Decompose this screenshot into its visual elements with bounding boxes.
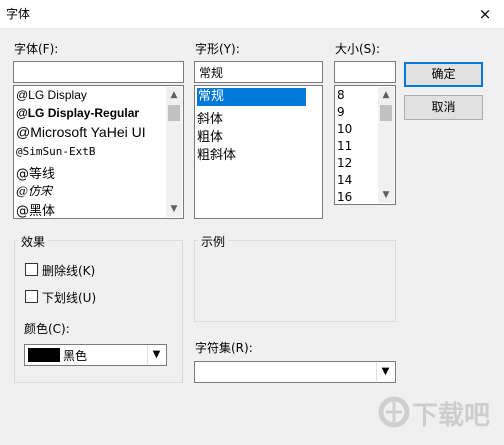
- close-icon[interactable]: ×: [466, 0, 504, 28]
- color-dropdown-value: 黑色: [63, 349, 88, 363]
- scroll-down-icon[interactable]: ▼: [166, 201, 182, 217]
- chevron-down-icon[interactable]: ▼: [147, 346, 165, 364]
- list-item[interactable]: 11: [337, 139, 352, 153]
- list-item[interactable]: @SimSun-ExtB: [16, 145, 95, 158]
- scroll-up-icon[interactable]: ▲: [166, 87, 182, 103]
- strikeout-checkbox[interactable]: [25, 263, 38, 276]
- underline-label[interactable]: 下划线(U): [42, 289, 96, 306]
- list-item[interactable]: @Microsoft YaHei UI: [16, 124, 146, 140]
- font-list-scrollbar[interactable]: ▲ ▼: [166, 87, 182, 217]
- list-item[interactable]: @黑体: [16, 200, 55, 218]
- font-style-list[interactable]: 常规 斜体 粗体 粗斜体: [194, 85, 323, 219]
- watermark-graphic: 下载吧: [378, 396, 490, 431]
- list-item[interactable]: 10: [337, 122, 352, 136]
- chevron-down-icon[interactable]: ▼: [376, 363, 394, 381]
- ok-button[interactable]: 确定: [404, 62, 483, 87]
- size-label: 大小(S):: [335, 42, 381, 56]
- font-style-input-value: 常规: [199, 66, 224, 80]
- font-style-input[interactable]: 常规: [194, 61, 323, 83]
- list-item-selected[interactable]: 常规: [197, 88, 306, 106]
- list-item[interactable]: @LG Display-Regular: [16, 106, 139, 120]
- strikeout-label[interactable]: 删除线(K): [42, 262, 95, 279]
- font-name-input[interactable]: [13, 61, 184, 83]
- list-item[interactable]: @LG Display: [16, 88, 87, 102]
- color-label: 颜色(C):: [24, 322, 70, 336]
- charset-dropdown[interactable]: ▼: [194, 361, 396, 383]
- list-item[interactable]: 9: [337, 105, 345, 119]
- list-item[interactable]: @仿宋: [16, 182, 52, 199]
- color-dropdown[interactable]: 黑色 ▼: [24, 344, 167, 366]
- scroll-down-icon[interactable]: ▼: [378, 187, 394, 203]
- sample-group-label: 示例: [198, 233, 229, 250]
- size-list-scrollbar[interactable]: ▲ ▼: [378, 87, 394, 203]
- cancel-button[interactable]: 取消: [404, 95, 483, 120]
- font-size-input[interactable]: [334, 61, 396, 83]
- list-item[interactable]: 16: [337, 190, 352, 204]
- list-item[interactable]: 14: [337, 173, 352, 187]
- list-item[interactable]: 8: [337, 88, 345, 102]
- style-label: 字形(Y):: [195, 42, 240, 56]
- list-item[interactable]: 粗斜体: [197, 144, 236, 163]
- font-label: 字体(F):: [14, 42, 59, 56]
- list-item[interactable]: @等线: [16, 163, 55, 182]
- svg-text:下载吧: 下载吧: [412, 401, 490, 431]
- list-item[interactable]: 12: [337, 156, 352, 170]
- underline-checkbox[interactable]: [25, 290, 38, 303]
- window-title: 字体: [6, 7, 31, 21]
- charset-label: 字符集(R):: [195, 341, 253, 355]
- sample-group: [194, 240, 396, 322]
- scroll-thumb[interactable]: [168, 105, 180, 121]
- font-size-list[interactable]: 8 9 10 11 12 14 16 ▲ ▼: [334, 85, 396, 205]
- title-bar: [0, 0, 504, 29]
- font-list[interactable]: @LG Display @LG Display-Regular @Microso…: [13, 85, 184, 219]
- watermark-logo: 下载吧: [378, 390, 502, 442]
- scroll-thumb[interactable]: [380, 105, 392, 121]
- list-item[interactable]: 斜体: [197, 108, 223, 127]
- effects-group-label: 效果: [18, 233, 49, 250]
- list-item[interactable]: 粗体: [197, 126, 223, 145]
- color-swatch: [28, 348, 60, 362]
- scroll-up-icon[interactable]: ▲: [378, 87, 394, 103]
